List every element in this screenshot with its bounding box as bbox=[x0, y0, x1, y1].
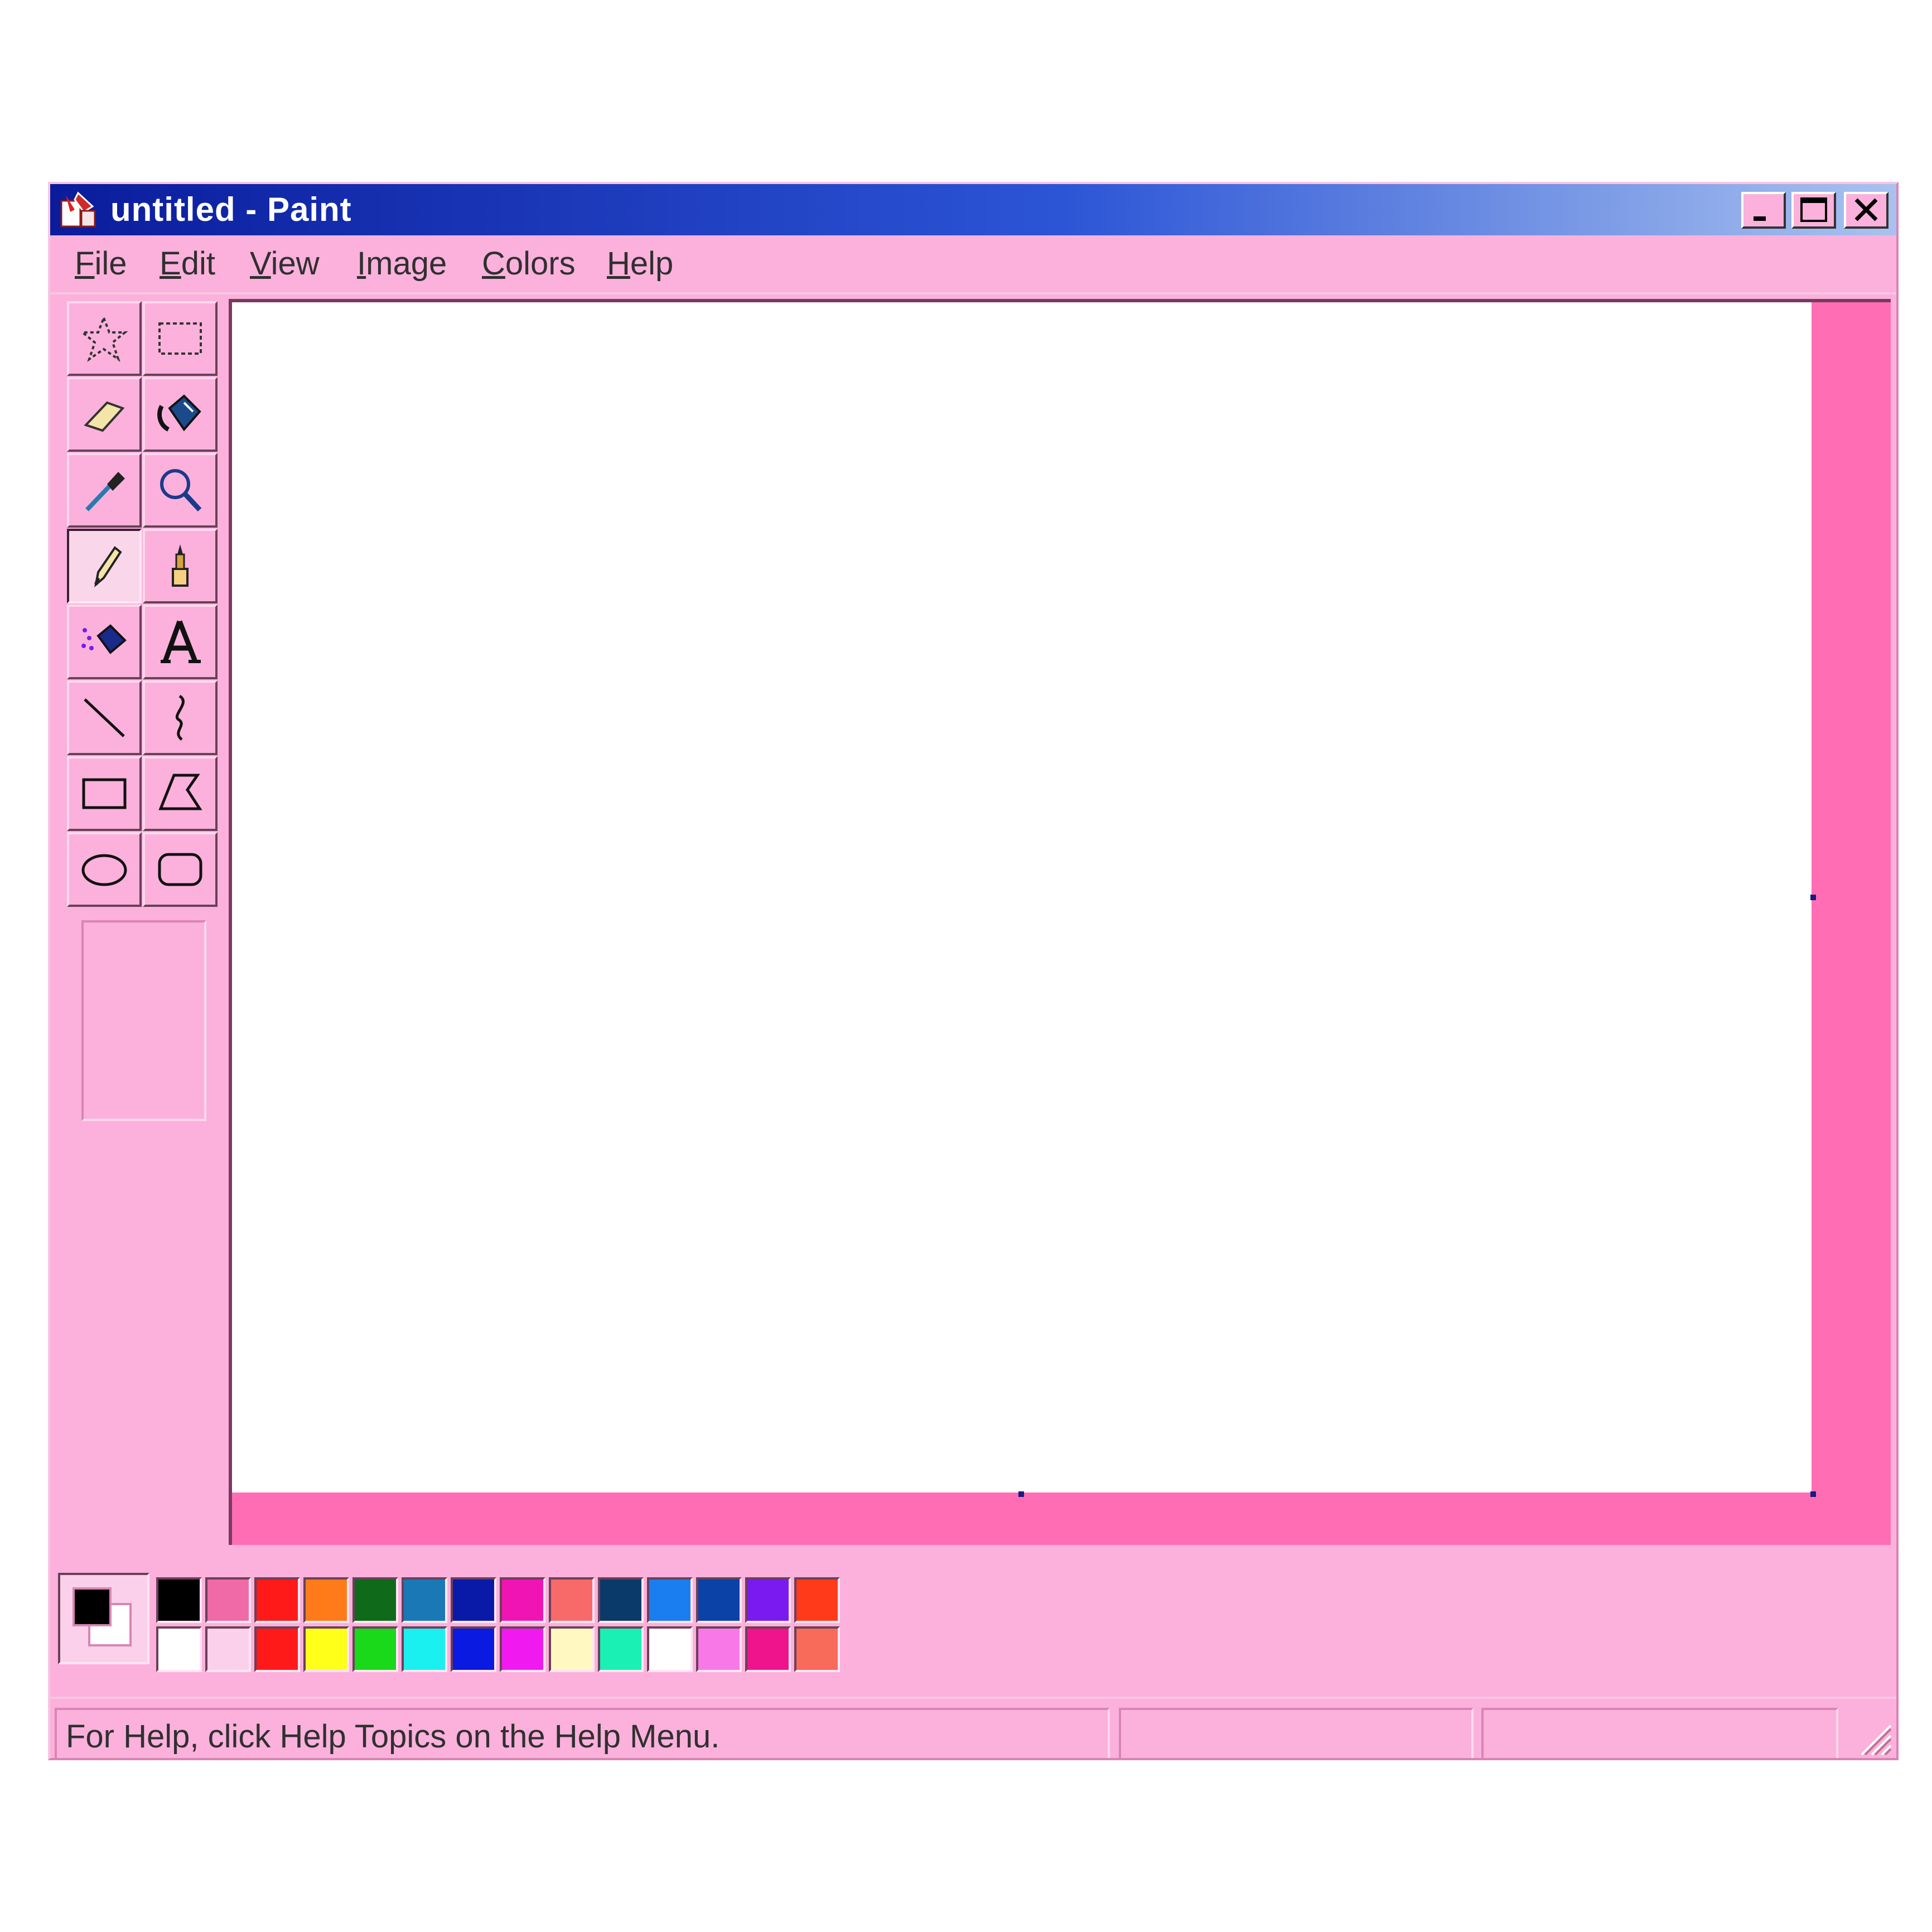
curve-icon bbox=[176, 694, 185, 741]
tool-curve[interactable] bbox=[143, 680, 218, 755]
magnifier-icon bbox=[160, 469, 202, 512]
color-palette bbox=[50, 1562, 1896, 1690]
menu-bar: File Edit View Image Colors Help bbox=[50, 235, 1896, 291]
close-button[interactable] bbox=[1844, 192, 1888, 229]
color-swatch[interactable] bbox=[254, 1577, 300, 1623]
tool-free-form-select[interactable] bbox=[67, 301, 142, 376]
tool-eraser[interactable] bbox=[67, 377, 142, 452]
color-swatch[interactable] bbox=[205, 1626, 251, 1672]
color-swatch[interactable] bbox=[500, 1626, 545, 1672]
ellipse-icon bbox=[81, 854, 127, 886]
rect-select-icon bbox=[158, 322, 202, 355]
brush-icon bbox=[172, 544, 189, 587]
minimize-button[interactable] bbox=[1741, 192, 1786, 229]
color-swatch[interactable] bbox=[303, 1577, 349, 1623]
menu-edit[interactable]: Edit bbox=[160, 245, 215, 282]
tool-options-box[interactable] bbox=[81, 920, 206, 1121]
menu-file[interactable]: File bbox=[75, 245, 127, 282]
tool-color-picker[interactable] bbox=[67, 453, 142, 528]
resize-grip-icon[interactable] bbox=[1854, 1718, 1893, 1757]
tool-line[interactable] bbox=[67, 680, 142, 755]
color-swatch[interactable] bbox=[794, 1626, 840, 1672]
rounded-rect-icon bbox=[158, 853, 202, 886]
color-picker-icon bbox=[85, 472, 125, 511]
status-divider bbox=[50, 1697, 1896, 1699]
maximize-icon bbox=[1800, 197, 1827, 222]
line-icon bbox=[84, 698, 125, 737]
rectangle-icon bbox=[82, 778, 127, 809]
pencil-icon bbox=[94, 546, 122, 588]
color-swatch[interactable] bbox=[156, 1626, 202, 1672]
tool-fill[interactable] bbox=[143, 377, 218, 452]
tool-rect-select[interactable] bbox=[143, 301, 218, 376]
menu-view[interactable]: View bbox=[250, 245, 320, 282]
eraser-icon bbox=[84, 401, 125, 432]
color-swatch[interactable] bbox=[303, 1626, 349, 1672]
resize-handle-corner[interactable] bbox=[1810, 1491, 1816, 1497]
status-pane-position bbox=[1119, 1708, 1474, 1758]
status-pane-help: For Help, click Help Topics on the Help … bbox=[55, 1708, 1110, 1758]
foreground-color-swatch[interactable] bbox=[73, 1587, 112, 1626]
color-swatch[interactable] bbox=[745, 1577, 791, 1623]
color-swatch[interactable] bbox=[647, 1626, 693, 1672]
color-swatch[interactable] bbox=[205, 1577, 251, 1623]
tool-polygon[interactable] bbox=[143, 756, 218, 831]
color-swatch[interactable] bbox=[647, 1577, 693, 1623]
title-bar[interactable]: untitled - Paint bbox=[50, 184, 1896, 235]
color-swatch[interactable] bbox=[451, 1626, 496, 1672]
fill-bucket-icon bbox=[157, 394, 201, 432]
color-swatch[interactable] bbox=[549, 1577, 595, 1623]
color-swatch[interactable] bbox=[451, 1577, 496, 1623]
color-swatch[interactable] bbox=[402, 1626, 447, 1672]
resize-handle-bottom[interactable] bbox=[1018, 1491, 1024, 1497]
window-title: untitled - Paint bbox=[110, 191, 352, 228]
maximize-button[interactable] bbox=[1791, 192, 1836, 229]
status-bar: For Help, click Help Topics on the Help … bbox=[50, 1697, 1896, 1760]
color-swatch[interactable] bbox=[794, 1577, 840, 1623]
minimize-icon bbox=[1754, 216, 1766, 221]
color-swatch[interactable] bbox=[352, 1626, 398, 1672]
tool-text[interactable] bbox=[143, 605, 218, 679]
color-swatch[interactable] bbox=[598, 1626, 644, 1672]
menu-colors[interactable]: Colors bbox=[482, 245, 576, 282]
tool-rectangle[interactable] bbox=[67, 756, 142, 831]
color-swatch[interactable] bbox=[549, 1626, 595, 1672]
current-colors[interactable] bbox=[58, 1573, 149, 1664]
status-help-text: For Help, click Help Topics on the Help … bbox=[66, 1718, 720, 1755]
color-swatch[interactable] bbox=[254, 1626, 300, 1672]
paint-icon bbox=[60, 191, 96, 228]
tool-ellipse[interactable] bbox=[67, 832, 142, 907]
airbrush-icon bbox=[81, 624, 127, 654]
menu-divider bbox=[50, 292, 1896, 294]
menu-image[interactable]: Image bbox=[357, 245, 447, 282]
color-swatch[interactable] bbox=[402, 1577, 447, 1623]
resize-handle-right[interactable] bbox=[1810, 895, 1816, 900]
status-pane-size bbox=[1481, 1708, 1838, 1758]
paint-window: untitled - Paint File Edit View Image Co… bbox=[48, 182, 1899, 1760]
color-swatch[interactable] bbox=[156, 1577, 202, 1623]
color-swatch[interactable] bbox=[696, 1577, 742, 1623]
tool-brush[interactable] bbox=[143, 529, 218, 603]
color-swatch[interactable] bbox=[500, 1577, 545, 1623]
tool-pencil[interactable] bbox=[67, 529, 142, 603]
menu-help[interactable]: Help bbox=[607, 245, 673, 282]
color-swatch[interactable] bbox=[352, 1577, 398, 1623]
color-swatch[interactable] bbox=[745, 1626, 791, 1672]
text-tool-icon bbox=[161, 620, 201, 663]
tool-magnifier[interactable] bbox=[143, 453, 218, 528]
drawing-canvas[interactable] bbox=[232, 302, 1812, 1493]
workspace bbox=[229, 299, 1891, 1545]
polygon-icon bbox=[158, 774, 202, 810]
close-icon bbox=[1854, 198, 1878, 221]
color-swatch[interactable] bbox=[598, 1577, 644, 1623]
tool-airbrush[interactable] bbox=[67, 605, 142, 679]
color-swatch[interactable] bbox=[696, 1626, 742, 1672]
toolbox bbox=[67, 301, 218, 910]
tool-rounded-rect[interactable] bbox=[143, 832, 218, 907]
free-form-select-icon bbox=[79, 315, 128, 363]
